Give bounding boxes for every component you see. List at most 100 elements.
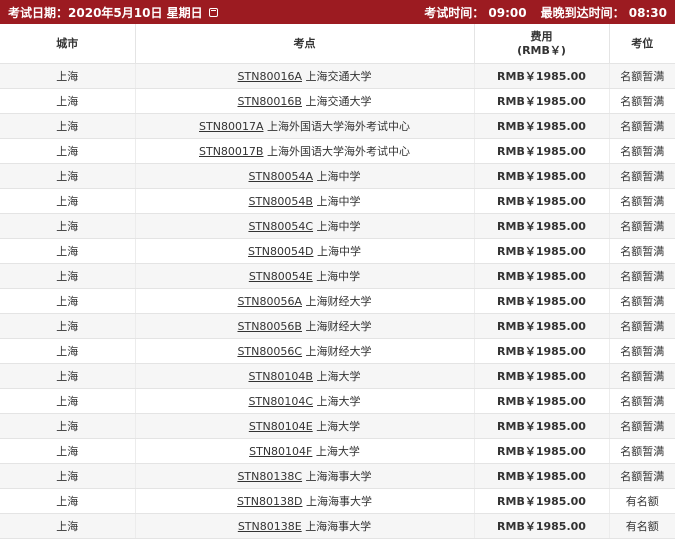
exam-date-value: 2020年5月10日 星期日 <box>68 5 203 20</box>
venue-name: 上海财经大学 <box>305 345 372 358</box>
fee-cell: RMB￥1985.00 <box>474 238 610 264</box>
venue-name: 上海中学 <box>316 220 361 233</box>
venue-name: 上海中学 <box>316 170 361 183</box>
fee-cell: RMB￥1985.00 <box>474 388 610 414</box>
table-row: 上海 STN80016B 上海交通大学 RMB￥1985.00 名额暂满 <box>0 88 675 114</box>
fee-cell: RMB￥1985.00 <box>474 438 610 464</box>
seat-status-cell: 有名额 <box>609 488 675 514</box>
venue-name: 上海交通大学 <box>305 95 372 108</box>
venue-name: 上海外国语大学海外考试中心 <box>266 145 410 158</box>
fee-cell: RMB￥1985.00 <box>474 188 610 214</box>
venue-name: 上海大学 <box>315 445 360 458</box>
venue-code-link[interactable]: STN80138D <box>237 495 302 508</box>
latest-arrival-value: 08:30 <box>628 5 667 20</box>
column-header-venue: 考点 <box>135 24 475 64</box>
venue-name: 上海中学 <box>316 245 361 258</box>
table-row: 上海 STN80104F 上海大学 RMB￥1985.00 名额暂满 <box>0 438 675 464</box>
fee-cell: RMB￥1985.00 <box>474 288 610 314</box>
city-cell: 上海 <box>0 388 136 414</box>
table-row: 上海 STN80054E 上海中学 RMB￥1985.00 名额暂满 <box>0 263 675 289</box>
venue-code-link[interactable]: STN80056B <box>238 320 302 333</box>
table-row: 上海 STN80054C 上海中学 RMB￥1985.00 名额暂满 <box>0 213 675 239</box>
fee-cell: RMB￥1985.00 <box>474 313 610 339</box>
fee-cell: RMB￥1985.00 <box>474 363 610 389</box>
column-header-fee: 费用 (RMB￥) <box>474 24 610 64</box>
venue-code-link[interactable]: STN80104E <box>249 420 313 433</box>
venue-cell: STN80104C 上海大学 <box>135 388 475 414</box>
venue-cell: STN80017B 上海外国语大学海外考试中心 <box>135 138 475 164</box>
fee-cell: RMB￥1985.00 <box>474 488 610 514</box>
venue-cell: STN80054D 上海中学 <box>135 238 475 264</box>
venue-cell: STN80138C 上海海事大学 <box>135 463 475 489</box>
venue-cell: STN80056B 上海财经大学 <box>135 313 475 339</box>
venue-name: 上海外国语大学海外考试中心 <box>266 120 410 133</box>
venue-name: 上海大学 <box>316 370 361 383</box>
table-row: 上海 STN80056A 上海财经大学 RMB￥1985.00 名额暂满 <box>0 288 675 314</box>
venue-code-link[interactable]: STN80017A <box>199 120 263 133</box>
seat-status-cell: 名额暂满 <box>609 113 675 139</box>
venue-code-link[interactable]: STN80054D <box>248 245 313 258</box>
venue-code-link[interactable]: STN80056C <box>237 345 302 358</box>
seat-status-cell: 名额暂满 <box>609 138 675 164</box>
city-cell: 上海 <box>0 488 136 514</box>
seat-status-cell: 名额暂满 <box>609 238 675 264</box>
table-row: 上海 STN80054B 上海中学 RMB￥1985.00 名额暂满 <box>0 188 675 214</box>
fee-cell: RMB￥1985.00 <box>474 88 610 114</box>
venue-code-link[interactable]: STN80054A <box>249 170 313 183</box>
venue-code-link[interactable]: STN80138C <box>237 470 302 483</box>
venue-code-link[interactable]: STN80017B <box>199 145 263 158</box>
venue-code-link[interactable]: STN80054B <box>249 195 313 208</box>
venue-code-link[interactable]: STN80054C <box>248 220 313 233</box>
fee-cell: RMB￥1985.00 <box>474 163 610 189</box>
venue-cell: STN80016B 上海交通大学 <box>135 88 475 114</box>
fee-header-unit: (RMB￥) <box>517 43 566 57</box>
seat-status-cell: 名额暂满 <box>609 363 675 389</box>
venue-cell: STN80017A 上海外国语大学海外考试中心 <box>135 113 475 139</box>
fee-cell: RMB￥1985.00 <box>474 463 610 489</box>
city-cell: 上海 <box>0 438 136 464</box>
venue-name: 上海中学 <box>316 195 361 208</box>
venue-cell: STN80054C 上海中学 <box>135 213 475 239</box>
table-row: 上海 STN80016A 上海交通大学 RMB￥1985.00 名额暂满 <box>0 63 675 89</box>
calendar-icon[interactable] <box>208 7 218 17</box>
city-cell: 上海 <box>0 238 136 264</box>
latest-arrival-label: 最晚到达时间： <box>540 5 625 20</box>
venue-name: 上海海事大学 <box>305 495 372 508</box>
venue-name: 上海中学 <box>316 270 361 283</box>
fee-cell: RMB￥1985.00 <box>474 413 610 439</box>
fee-cell: RMB￥1985.00 <box>474 138 610 164</box>
fee-cell: RMB￥1985.00 <box>474 338 610 364</box>
city-cell: 上海 <box>0 313 136 339</box>
table-row: 上海 STN80138D 上海海事大学 RMB￥1985.00 有名额 <box>0 488 675 514</box>
table-row: 上海 STN80104E 上海大学 RMB￥1985.00 名额暂满 <box>0 413 675 439</box>
venue-code-link[interactable]: STN80056A <box>238 295 302 308</box>
venue-code-link[interactable]: STN80138E <box>238 520 302 533</box>
venue-code-link[interactable]: STN80104B <box>249 370 313 383</box>
venue-code-link[interactable]: STN80016B <box>238 95 302 108</box>
seat-status-cell: 名额暂满 <box>609 463 675 489</box>
venue-cell: STN80104B 上海大学 <box>135 363 475 389</box>
venue-code-link[interactable]: STN80104F <box>249 445 312 458</box>
city-cell: 上海 <box>0 263 136 289</box>
seat-status-cell: 名额暂满 <box>609 338 675 364</box>
venue-name: 上海财经大学 <box>305 320 372 333</box>
seat-status-cell: 名额暂满 <box>609 288 675 314</box>
fee-cell: RMB￥1985.00 <box>474 213 610 239</box>
table-header-row: 城市 考点 费用 (RMB￥) 考位 <box>0 24 675 64</box>
venue-name: 上海海事大学 <box>305 520 372 533</box>
city-cell: 上海 <box>0 363 136 389</box>
city-cell: 上海 <box>0 413 136 439</box>
venue-cell: STN80056A 上海财经大学 <box>135 288 475 314</box>
test-center-table: 城市 考点 费用 (RMB￥) 考位 上海 STN80016A 上海交通大学 RMB… <box>0 24 675 539</box>
fee-cell: RMB￥1985.00 <box>474 113 610 139</box>
venue-code-link[interactable]: STN80016A <box>238 70 302 83</box>
table-row: 上海 STN80054A 上海中学 RMB￥1985.00 名额暂满 <box>0 163 675 189</box>
venue-cell: STN80138E 上海海事大学 <box>135 513 475 539</box>
exam-time-label: 考试时间： <box>424 5 485 20</box>
exam-date-label: 考试日期： <box>8 5 69 20</box>
exam-time-value: 09:00 <box>488 5 527 20</box>
venue-code-link[interactable]: STN80104C <box>248 395 313 408</box>
venue-cell: STN80104E 上海大学 <box>135 413 475 439</box>
venue-name: 上海大学 <box>316 420 361 433</box>
venue-code-link[interactable]: STN80054E <box>249 270 313 283</box>
